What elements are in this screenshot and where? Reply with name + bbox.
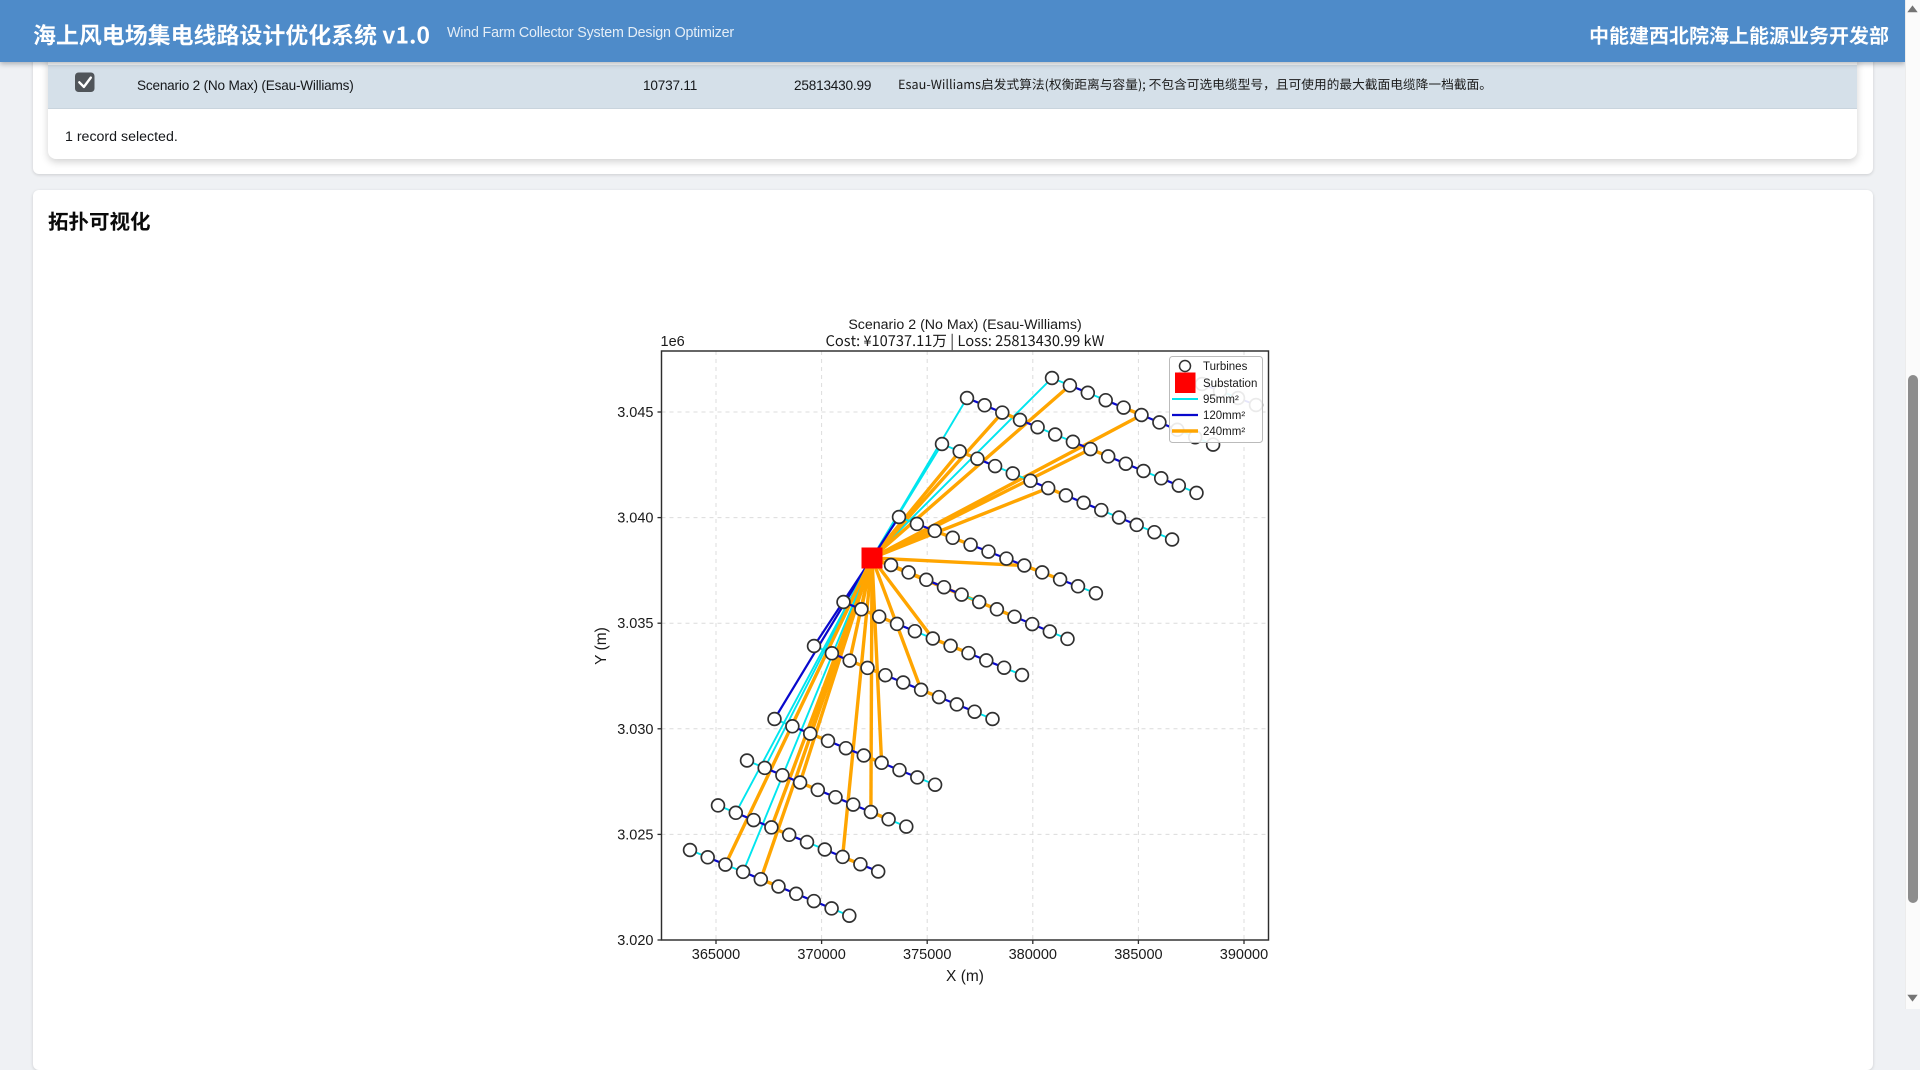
svg-text:380000: 380000 [1009, 947, 1057, 963]
svg-text:3.040: 3.040 [617, 511, 653, 527]
svg-text:Y (m): Y (m) [593, 627, 610, 665]
svg-text:385000: 385000 [1114, 947, 1162, 963]
svg-text:375000: 375000 [903, 947, 951, 963]
svg-text:365000: 365000 [692, 947, 740, 963]
svg-text:370000: 370000 [797, 947, 845, 963]
svg-text:3.020: 3.020 [617, 933, 653, 949]
svg-text:3.025: 3.025 [617, 827, 653, 843]
svg-text:390000: 390000 [1220, 947, 1268, 963]
svg-text:X (m): X (m) [946, 968, 984, 985]
svg-text:240mm²: 240mm² [1203, 426, 1245, 438]
svg-text:3.035: 3.035 [617, 616, 653, 632]
svg-text:Substation: Substation [1203, 378, 1257, 390]
svg-text:120mm²: 120mm² [1203, 410, 1245, 422]
svg-text:Turbines: Turbines [1203, 361, 1248, 373]
svg-text:95mm²: 95mm² [1203, 394, 1239, 406]
svg-text:Scenario 2 (No Max) (Esau-Will: Scenario 2 (No Max) (Esau-Williams) [848, 317, 1081, 333]
svg-text:1e6: 1e6 [661, 334, 685, 350]
svg-text:3.030: 3.030 [617, 722, 653, 738]
svg-text:3.045: 3.045 [617, 405, 653, 421]
